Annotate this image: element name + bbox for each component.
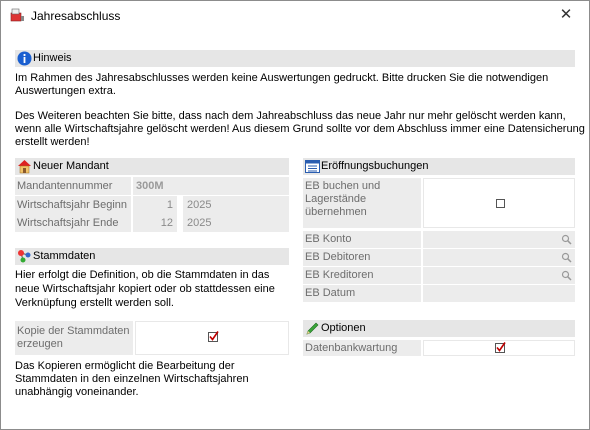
app-icon [10, 8, 24, 22]
checkmark-icon [208, 331, 219, 342]
checkmark-icon [495, 342, 506, 353]
stammdaten-desc-2: neue Wirtschaftsjahr kopiert oder ob sta… [15, 283, 275, 295]
beginn-year-field[interactable]: 2025 [183, 196, 289, 214]
hinweis-text-5: erstellt werden! [15, 136, 90, 148]
info-icon [17, 51, 32, 66]
neuer-mandant-title: Neuer Mandant [33, 160, 109, 172]
wirtschaftsjahr-beginn-label: Wirtschaftsjahr Beginn [15, 196, 131, 214]
hinweis-title: Hinweis [33, 52, 72, 64]
ende-month-field[interactable]: 12 [133, 214, 177, 232]
eb-debitoren-field[interactable] [423, 249, 575, 266]
kopie-label-line2: erzeugen [17, 338, 63, 350]
close-button[interactable]: ✕ [543, 1, 589, 31]
list-icon [305, 160, 320, 173]
wirtschaftsjahr-ende-label: Wirtschaftsjahr Ende [15, 214, 131, 232]
eb-kreditoren-label: EB Kreditoren [303, 267, 421, 284]
stammdaten-desc-1: Hier erfolgt die Definition, ob die Stam… [15, 269, 270, 281]
hinweis-text-1: Im Rahmen des Jahresabschlusses werden k… [15, 72, 549, 84]
search-icon[interactable] [561, 270, 572, 281]
eroeffnung-header: Eröffnungsbuchungen [303, 158, 575, 175]
eb-buchen-checkbox[interactable] [423, 178, 575, 228]
hinweis-text-2: Auswertungen extra. [15, 85, 116, 97]
close-icon: ✕ [559, 6, 573, 23]
eb-datum-field[interactable] [423, 285, 575, 302]
stammdaten-note-3: unabhängig voneinander. [15, 386, 139, 398]
mandantennummer-label: Mandantennummer [15, 177, 131, 195]
neuer-mandant-header: Neuer Mandant [15, 158, 289, 175]
eb-kreditoren-field[interactable] [423, 267, 575, 284]
search-icon[interactable] [561, 234, 572, 245]
stammdaten-note-1: Das Kopieren ermöglicht die Bearbeitung … [15, 360, 235, 372]
hinweis-text-4: wenn alle Wirtschaftsjahre gelöscht werd… [15, 123, 585, 135]
title-bar: Jahresabschluss ✕ [1, 1, 589, 31]
kopie-stammdaten-label: Kopie der Stammdaten erzeugen [15, 321, 133, 355]
hinweis-text-3: Des Weiteren beachten Sie bitte, dass na… [15, 110, 566, 122]
eb-konto-field[interactable] [423, 231, 575, 248]
optionen-title: Optionen [321, 322, 366, 334]
house-icon [18, 160, 31, 174]
optionen-header: Optionen [303, 320, 575, 337]
eb-buchen-line3: übernehmen [305, 206, 367, 218]
datenbankwartung-label: Datenbankwartung [303, 340, 421, 356]
eroeffnung-title: Eröffnungsbuchungen [321, 160, 429, 172]
ende-year-field[interactable]: 2025 [183, 214, 289, 232]
hinweis-header: Hinweis [15, 50, 575, 67]
stammdaten-note-2: Stammdaten in den einzelnen Wirtschaftsj… [15, 373, 249, 385]
beginn-month-field[interactable]: 1 [133, 196, 177, 214]
window-title: Jahresabschluss [31, 9, 121, 23]
datenbankwartung-checkbox[interactable] [423, 340, 575, 356]
eb-buchen-label: EB buchen und Lagerstände übernehmen [303, 178, 421, 228]
eb-buchen-line2: Lagerstände [305, 193, 367, 205]
eb-datum-label: EB Datum [303, 285, 421, 302]
stammdaten-header: Stammdaten [15, 248, 289, 265]
search-icon[interactable] [561, 252, 572, 263]
dialog-window: Jahresabschluss ✕ Hinweis Im Rahmen des … [0, 0, 590, 430]
mandantennummer-field[interactable]: 300M [133, 177, 289, 195]
eb-debitoren-label: EB Debitoren [303, 249, 421, 266]
checkbox-empty-icon [496, 199, 505, 208]
stammdaten-title: Stammdaten [33, 250, 96, 262]
kopie-label-line1: Kopie der Stammdaten [17, 325, 130, 337]
eb-buchen-line1: EB buchen und [305, 180, 381, 192]
molecule-icon [18, 250, 31, 263]
kopie-stammdaten-checkbox[interactable] [135, 321, 289, 355]
pencil-icon [306, 322, 319, 335]
eb-konto-label: EB Konto [303, 231, 421, 248]
stammdaten-desc-3: Verknüpfung erstellt werden soll. [15, 297, 174, 309]
